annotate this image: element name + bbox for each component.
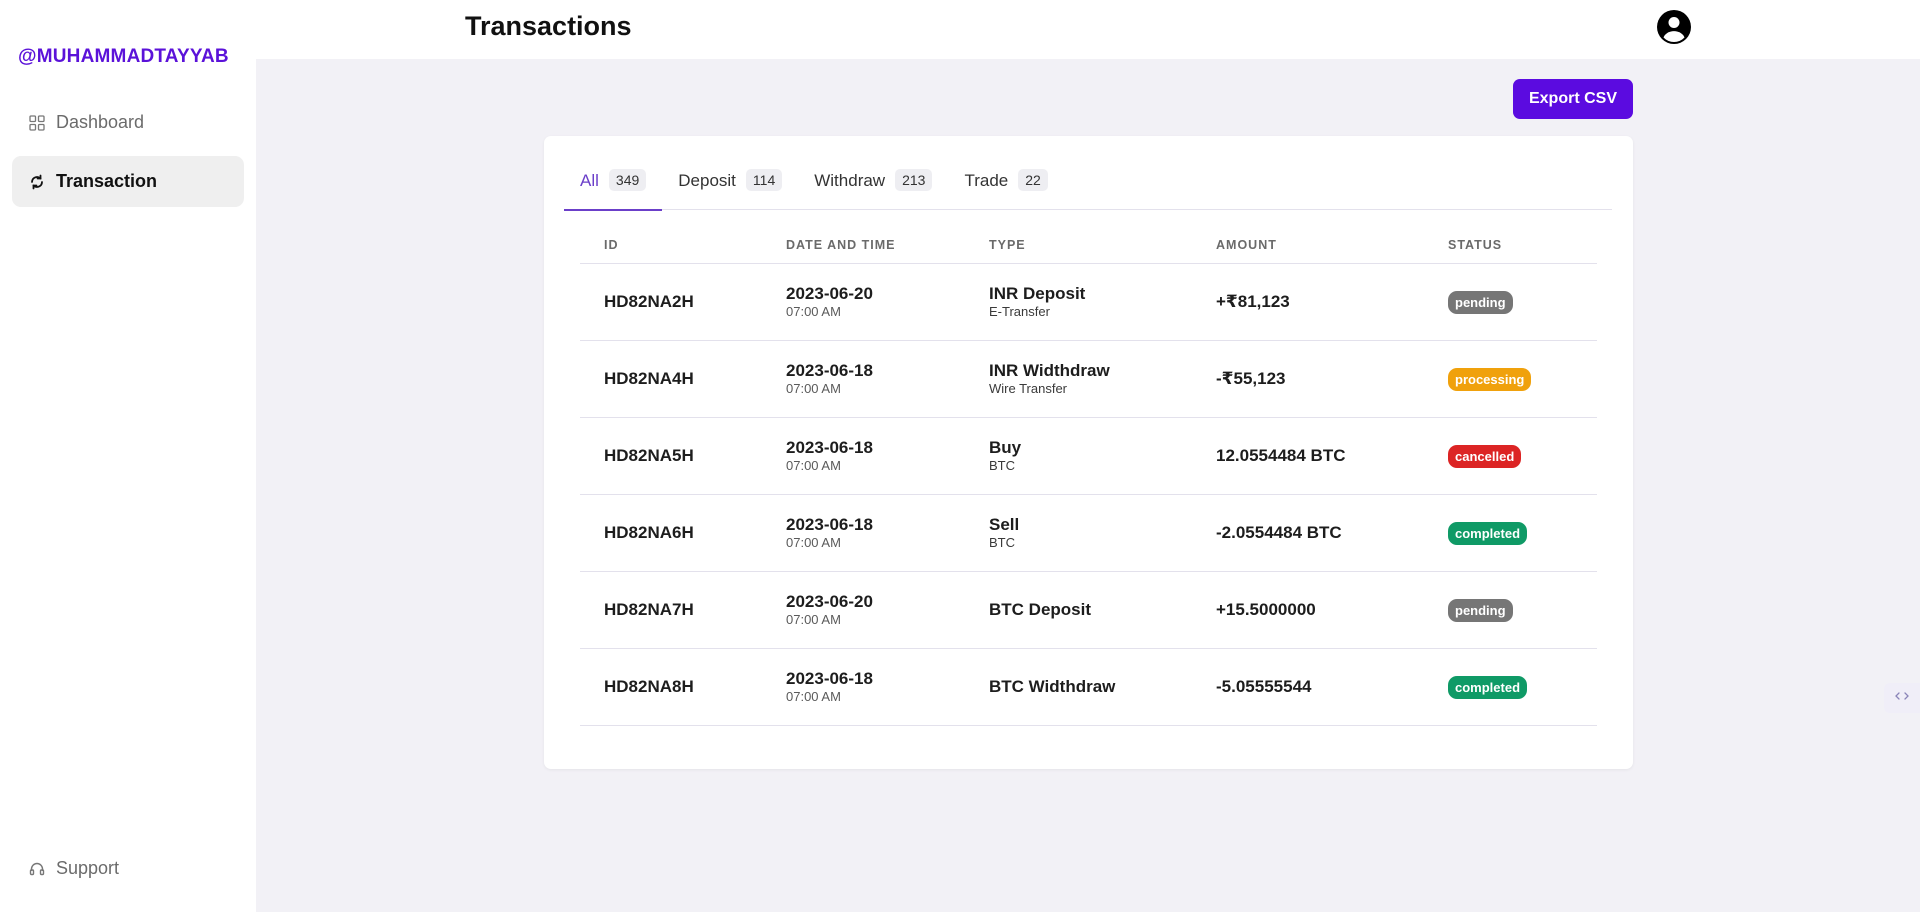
transaction-amount: 12.0554484 BTC xyxy=(1216,446,1346,465)
sidebar-item-label: Dashboard xyxy=(56,112,145,132)
transaction-type: Sell xyxy=(989,515,1020,534)
tab-count-badge: 22 xyxy=(1018,169,1048,191)
table-row[interactable]: HD82NA5H 2023-06-18 07:00 AM Buy BTC 12.05… xyxy=(580,418,1597,495)
column-header-status: STATUS xyxy=(1448,238,1503,252)
brand-username: @MUHAMMADTAYYAB xyxy=(18,46,229,67)
tab-label: Trade xyxy=(964,171,1009,190)
status-badge: processing xyxy=(1448,367,1532,391)
transaction-date: 2023-06-18 xyxy=(786,669,873,688)
transaction-id: HD82NA6H xyxy=(604,523,694,542)
transaction-id: HD82NA4H xyxy=(604,369,694,388)
tab-trade[interactable]: Trade 22 xyxy=(948,167,1063,210)
transaction-type: BTC Deposit xyxy=(989,600,1091,619)
user-avatar-icon[interactable] xyxy=(1656,9,1692,45)
transaction-subtype: E-Transfer xyxy=(989,304,1050,319)
status-badge: completed xyxy=(1448,675,1528,699)
tab-count-badge: 114 xyxy=(745,169,783,191)
transaction-type: BTC Widthdraw xyxy=(989,677,1116,696)
tab-label: Withdraw xyxy=(814,171,886,190)
transaction-type: INR Deposit xyxy=(989,284,1086,303)
transaction-id: HD82NA2H xyxy=(604,292,694,311)
transaction-subtype: Wire Transfer xyxy=(989,381,1068,396)
table-row[interactable]: HD82NA6H 2023-06-18 07:00 AM Sell BTC -2.0… xyxy=(580,495,1597,572)
transaction-amount: +₹81,123 xyxy=(1216,292,1290,311)
status-badge: pending xyxy=(1448,598,1513,622)
transaction-time: 07:00 AM xyxy=(786,304,841,319)
column-header-date: DATE AND TIME xyxy=(786,238,896,252)
table-row[interactable]: HD82NA7H 2023-06-20 07:00 AM BTC Deposit … xyxy=(580,572,1597,649)
transaction-subtype: BTC xyxy=(989,535,1015,550)
table-header: ID DATE AND TIME TYPE AMOUNT STATUS xyxy=(580,232,1597,264)
transaction-id: HD82NA5H xyxy=(604,446,694,465)
transaction-subtype: BTC xyxy=(989,458,1015,473)
status-badge: completed xyxy=(1448,521,1528,545)
sidebar-item-transaction[interactable]: Transaction xyxy=(12,156,244,207)
code-icon xyxy=(1894,689,1910,707)
transaction-time: 07:00 AM xyxy=(786,535,841,550)
transaction-time: 07:00 AM xyxy=(786,612,841,627)
tab-count-badge: 349 xyxy=(608,169,647,191)
headset-icon xyxy=(28,860,46,878)
transaction-tabs: All 349 Deposit 114 Withdraw 213 Trade 2… xyxy=(564,167,1612,211)
tab-count-badge: 213 xyxy=(895,169,933,191)
column-header-amount: AMOUNT xyxy=(1216,238,1277,252)
transaction-date: 2023-06-18 xyxy=(786,515,873,534)
sidebar-item-support[interactable]: Support xyxy=(12,843,244,894)
column-header-type: TYPE xyxy=(989,238,1026,252)
transactions-card: All 349 Deposit 114 Withdraw 213 Trade 2… xyxy=(544,136,1633,769)
sidebar-item-label: Transaction xyxy=(56,171,158,191)
status-badge: cancelled xyxy=(1448,444,1522,468)
transaction-amount: -2.0554484 BTC xyxy=(1216,523,1342,542)
column-header-id: ID xyxy=(604,238,619,252)
transaction-type: INR Widthdraw xyxy=(989,361,1110,380)
transaction-type: Buy xyxy=(989,438,1022,457)
floating-extension-button[interactable] xyxy=(1884,683,1920,713)
sidebar-item-dashboard[interactable]: Dashboard xyxy=(12,97,244,148)
tab-label: All xyxy=(580,171,599,190)
transaction-date: 2023-06-18 xyxy=(786,361,873,380)
tab-deposit[interactable]: Deposit 114 xyxy=(662,167,798,210)
refresh-icon xyxy=(28,173,46,191)
transaction-id: HD82NA7H xyxy=(604,600,694,619)
transaction-time: 07:00 AM xyxy=(786,689,841,704)
transaction-date: 2023-06-20 xyxy=(786,592,873,611)
status-badge: pending xyxy=(1448,290,1513,314)
transaction-time: 07:00 AM xyxy=(786,458,841,473)
transaction-time: 07:00 AM xyxy=(786,381,841,396)
sidebar: @MUHAMMADTAYYAB Dashboard Transaction Su… xyxy=(0,0,256,912)
transaction-amount: -₹55,123 xyxy=(1216,369,1286,388)
transaction-date: 2023-06-18 xyxy=(786,438,873,457)
grid-icon xyxy=(28,114,46,132)
transaction-date: 2023-06-20 xyxy=(786,284,873,303)
transaction-amount: +15.5000000 xyxy=(1216,600,1316,619)
page-title: Transactions xyxy=(465,11,632,41)
tab-withdraw[interactable]: Withdraw 213 xyxy=(798,167,948,210)
transaction-amount: -5.05555544 xyxy=(1216,677,1312,696)
table-row[interactable]: HD82NA8H 2023-06-18 07:00 AM BTC Widthdra… xyxy=(580,649,1597,726)
table-row[interactable]: HD82NA4H 2023-06-18 07:00 AM INR Widthdra… xyxy=(580,341,1597,418)
tab-label: Deposit xyxy=(678,171,736,190)
table-row[interactable]: HD82NA2H 2023-06-20 07:00 AM INR Deposit E… xyxy=(580,264,1597,341)
transaction-id: HD82NA8H xyxy=(604,677,694,696)
transactions-table: ID DATE AND TIME TYPE AMOUNT STATUS HD82… xyxy=(580,232,1597,726)
export-csv-button[interactable]: Export CSV xyxy=(1513,79,1633,119)
sidebar-item-label: Support xyxy=(56,858,120,878)
tab-all[interactable]: All 349 xyxy=(564,167,663,211)
